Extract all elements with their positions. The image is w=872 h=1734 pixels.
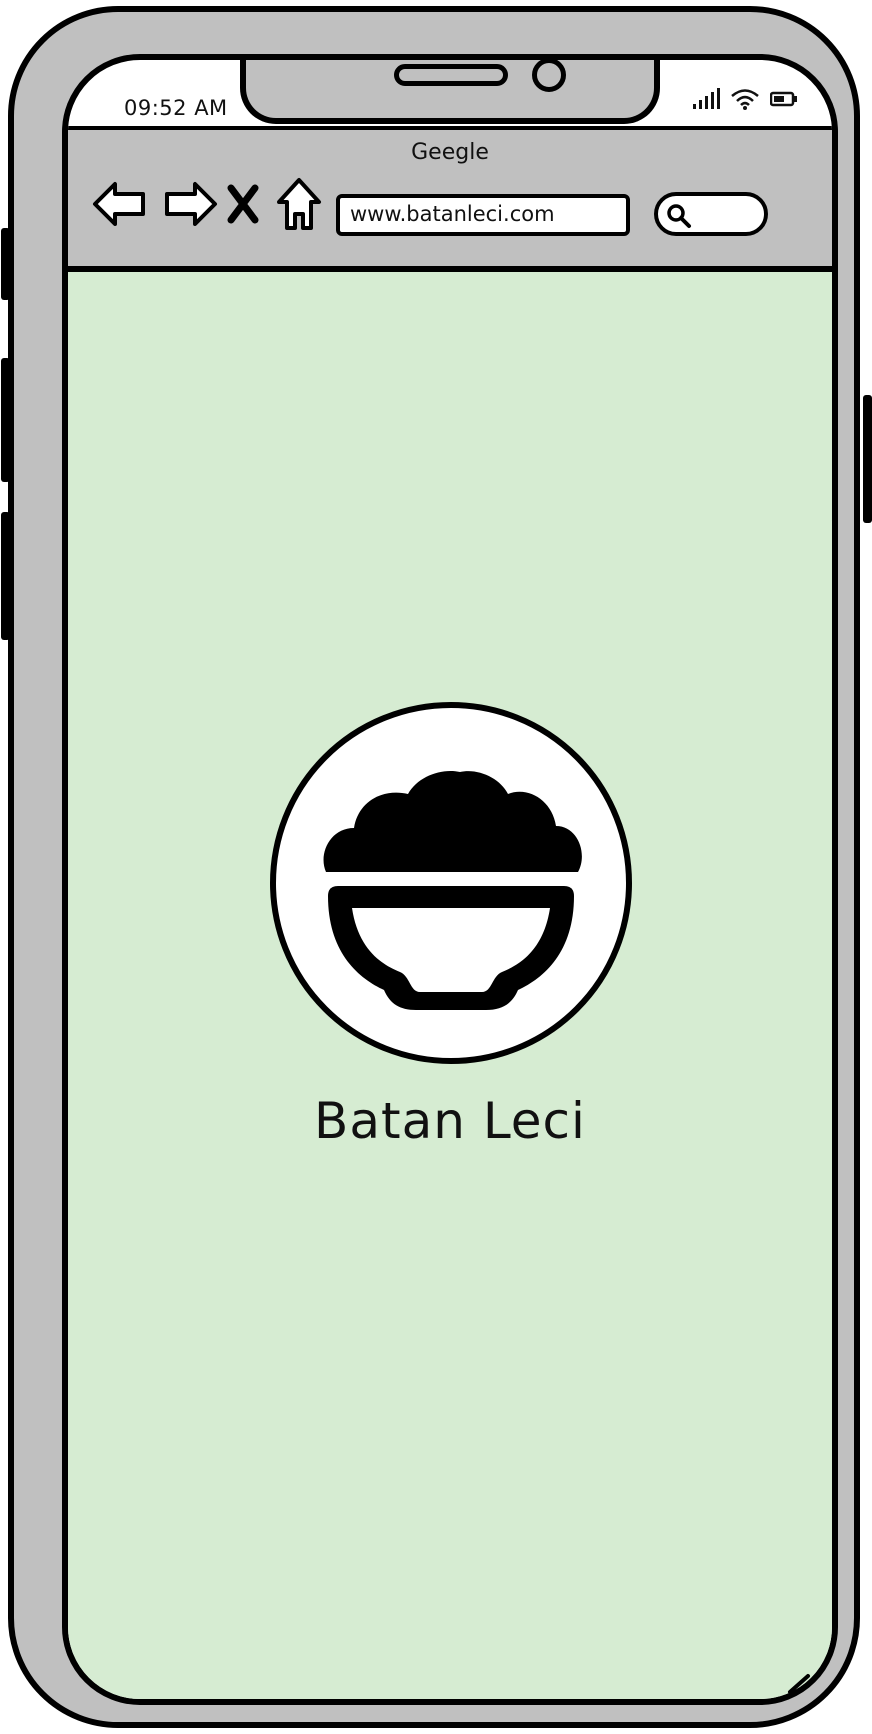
front-camera bbox=[532, 60, 566, 92]
address-bar[interactable]: www.batanleci.com bbox=[336, 194, 630, 236]
power-button bbox=[863, 395, 872, 523]
stop-button[interactable] bbox=[220, 174, 266, 234]
back-button[interactable] bbox=[88, 174, 152, 234]
home-button[interactable] bbox=[272, 174, 326, 234]
search-field[interactable] bbox=[654, 192, 768, 236]
signal-icon bbox=[693, 88, 720, 109]
notch bbox=[240, 60, 660, 124]
corner-mark-icon bbox=[788, 1674, 810, 1694]
home-icon bbox=[277, 178, 321, 230]
forward-button[interactable] bbox=[158, 174, 222, 234]
battery-icon bbox=[770, 91, 797, 107]
browser-toolbar: Geegle www.batanleci.com bbox=[68, 126, 832, 272]
wifi-icon bbox=[731, 89, 759, 110]
forward-arrow-icon bbox=[165, 182, 217, 226]
status-time: 09:52 AM bbox=[124, 96, 228, 120]
phone-frame: 09:52 AM Geegle www.batanleci.com Batan … bbox=[8, 6, 860, 1728]
browser-title: Geegle bbox=[411, 140, 489, 165]
rice-bowl-icon bbox=[323, 770, 582, 1010]
page-content: Batan Leci bbox=[68, 272, 832, 1699]
speaker-grille bbox=[394, 64, 508, 86]
back-arrow-icon bbox=[93, 182, 145, 226]
device-canvas: 09:52 AM Geegle www.batanleci.com Batan … bbox=[0, 0, 872, 1734]
search-icon bbox=[667, 204, 691, 228]
brand-name: Batan Leci bbox=[314, 1092, 586, 1150]
status-icons bbox=[692, 88, 798, 110]
close-icon bbox=[227, 184, 259, 224]
phone-screen: 09:52 AM Geegle www.batanleci.com Batan … bbox=[62, 54, 838, 1705]
brand-logo bbox=[270, 702, 632, 1064]
status-bar: 09:52 AM bbox=[68, 60, 832, 130]
